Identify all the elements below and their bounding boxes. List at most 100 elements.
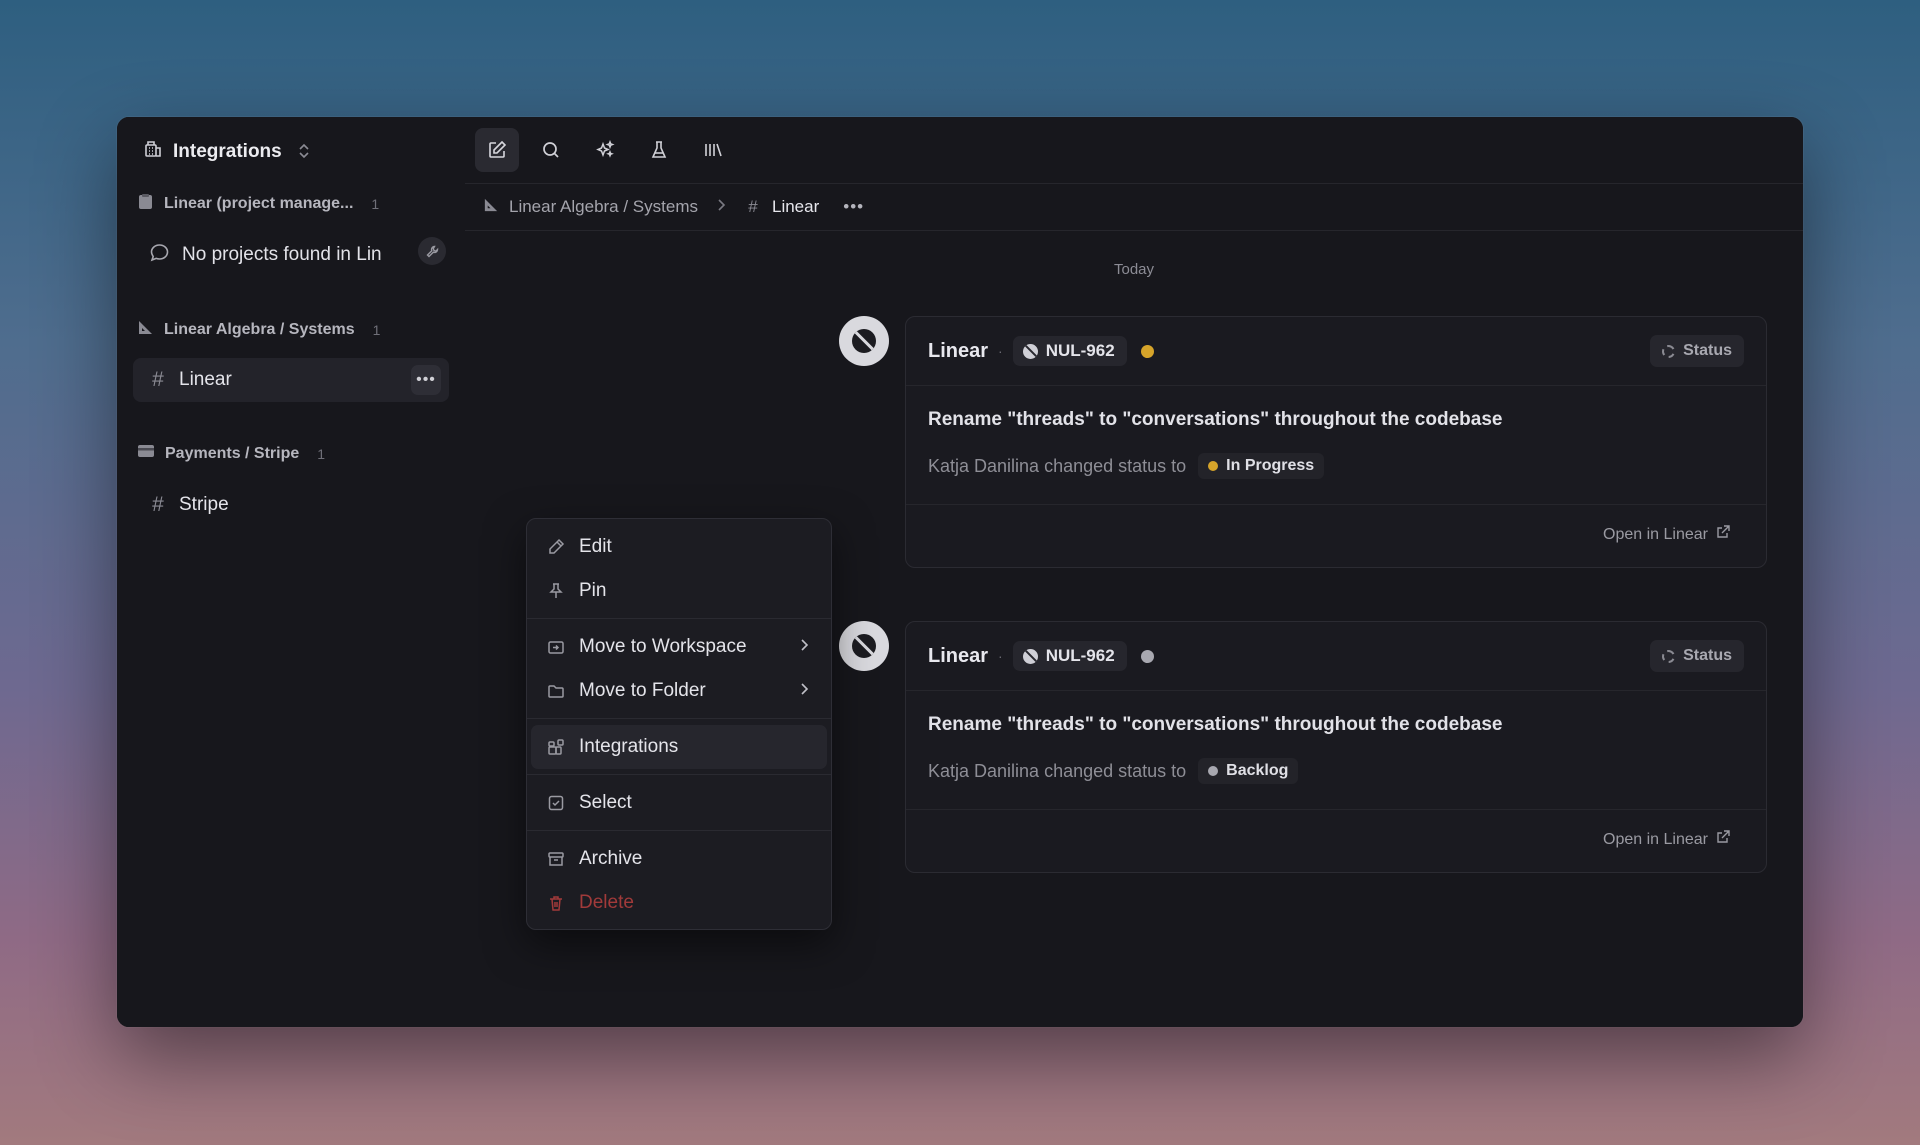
status-label: Status [1683, 342, 1732, 359]
linear-logo-icon [1022, 343, 1038, 359]
toolbar [465, 117, 735, 183]
menu-divider [527, 830, 831, 831]
actor-text: Katja Danilina changed status to [928, 455, 1187, 476]
empty-message: No projects found in Lin [182, 244, 382, 265]
group-label: Payments / Stripe [165, 444, 300, 462]
breadcrumb-current[interactable]: Linear [772, 197, 819, 217]
sidebar: Integrations Linear (project manage... 1… [117, 117, 465, 1027]
sidebar-item-linear[interactable]: # Linear ••• [133, 358, 449, 402]
breadcrumb-parent[interactable]: Linear Algebra / Systems [509, 197, 698, 217]
status-dot [1208, 766, 1219, 776]
menu-item-move-to-folder[interactable]: Move to Folder [531, 669, 827, 713]
open-in-linear-link[interactable]: Open in Linear [1603, 525, 1730, 544]
status-change-line: Katja Danilina changed status to Backlog [928, 758, 1299, 784]
sidebar-item-label: Stripe [179, 494, 229, 515]
menu-item-pin[interactable]: Pin [531, 569, 827, 613]
chevron-right-icon [716, 197, 726, 217]
folder-icon [545, 682, 567, 700]
flask-button[interactable] [637, 128, 681, 172]
menu-item-delete[interactable]: Delete [531, 881, 827, 925]
credit-card-icon [137, 444, 155, 463]
chevron-right-icon [799, 682, 809, 701]
status-pill: In Progress [1198, 453, 1325, 479]
group-count: 1 [371, 196, 380, 212]
actor-text: Katja Danilina changed status to [928, 760, 1187, 781]
menu-divider [527, 618, 831, 619]
sidebar-group-linear-pm[interactable]: Linear (project manage... 1 [137, 193, 379, 215]
issue-title: Rename "threads" to "conversations" thro… [928, 409, 1503, 430]
group-count: 1 [317, 445, 326, 462]
link-label: Open in Linear [1603, 830, 1708, 848]
status-pill-label: Backlog [1226, 762, 1289, 779]
sidebar-group-payments[interactable]: Payments / Stripe 1 [137, 444, 325, 463]
chevron-right-icon [799, 638, 809, 657]
linear-logo-icon [1022, 648, 1038, 664]
group-count: 1 [372, 322, 381, 338]
issue-id: NUL-962 [1045, 341, 1115, 360]
card-source: Linear [928, 644, 989, 667]
status-change-line: Katja Danilina changed status to In Prog… [928, 453, 1325, 479]
more-options-button[interactable]: ••• [843, 197, 864, 217]
status-button[interactable]: Status [1650, 640, 1744, 672]
sidebar-item-stripe[interactable]: # Stripe [133, 483, 449, 527]
menu-item-label: Select [579, 792, 632, 813]
issue-chip[interactable]: NUL-962 [1012, 641, 1127, 671]
clipboard-icon [137, 193, 154, 215]
group-label: Linear (project manage... [164, 195, 354, 212]
menu-item-label: Edit [579, 536, 612, 557]
hash-icon: # [748, 197, 758, 216]
chevron-up-down-icon [298, 143, 310, 162]
menu-item-archive[interactable]: Archive [531, 837, 827, 881]
issue-title: Rename "threads" to "conversations" thro… [928, 714, 1503, 735]
sidebar-group-linear-algebra[interactable]: Linear Algebra / Systems 1 [137, 319, 380, 341]
menu-item-select[interactable]: Select [531, 781, 827, 825]
issue-id: NUL-962 [1045, 646, 1115, 665]
link-label: Open in Linear [1603, 525, 1708, 543]
hash-icon: # [152, 368, 164, 391]
avatar [839, 316, 889, 366]
menu-divider [527, 718, 831, 719]
pencil-icon [545, 538, 567, 556]
status-dot [1208, 461, 1219, 471]
building-icon [143, 139, 163, 165]
sparkles-button[interactable] [583, 128, 627, 172]
trash-icon [545, 894, 567, 912]
more-options-button[interactable]: ••• [411, 365, 441, 395]
sidebar-item-label: Linear [179, 369, 232, 390]
status-button[interactable]: Status [1650, 335, 1744, 367]
status-label: Status [1683, 647, 1732, 664]
menu-item-edit[interactable]: Edit [531, 525, 827, 569]
chat-bubble-icon [149, 242, 170, 269]
compose-button[interactable] [475, 128, 519, 172]
status-ring-icon [1662, 344, 1676, 358]
status-pill-label: In Progress [1226, 457, 1315, 474]
library-button[interactable] [691, 128, 735, 172]
issue-chip[interactable]: NUL-962 [1012, 336, 1127, 366]
status-ring-icon [1662, 649, 1676, 663]
search-button[interactable] [529, 128, 573, 172]
menu-item-label: Archive [579, 848, 643, 869]
workspace-name: Integrations [173, 141, 282, 162]
archive-icon [545, 850, 567, 868]
menu-item-label: Delete [579, 892, 634, 913]
priority-dot [1140, 344, 1154, 358]
menu-item-label: Integrations [579, 736, 679, 757]
group-label: Linear Algebra / Systems [164, 321, 355, 338]
menu-item-integrations[interactable]: Integrations [531, 725, 827, 769]
menu-item-move-to-workspace[interactable]: Move to Workspace [531, 625, 827, 669]
status-pill: Backlog [1198, 758, 1299, 784]
feed-card: Linear · NUL-962 Status Rename "threads"… [905, 316, 1767, 568]
open-in-linear-link[interactable]: Open in Linear [1603, 830, 1730, 849]
workspace-switcher[interactable]: Integrations [143, 135, 310, 169]
menu-item-label: Pin [579, 580, 607, 601]
integrations-grid-icon [545, 738, 567, 756]
triangle-ruler-icon [137, 319, 154, 341]
card-source: Linear [928, 339, 989, 362]
move-in-icon [545, 638, 567, 656]
priority-dot [1140, 649, 1154, 663]
sidebar-empty-state: No projects found in Lin [133, 233, 449, 277]
context-menu: Edit Pin Move to Workspace Move to Folde… [526, 518, 832, 930]
app-window: Integrations Linear (project manage... 1… [117, 117, 1803, 1027]
wrench-icon[interactable] [418, 237, 446, 265]
avatar [839, 621, 889, 671]
